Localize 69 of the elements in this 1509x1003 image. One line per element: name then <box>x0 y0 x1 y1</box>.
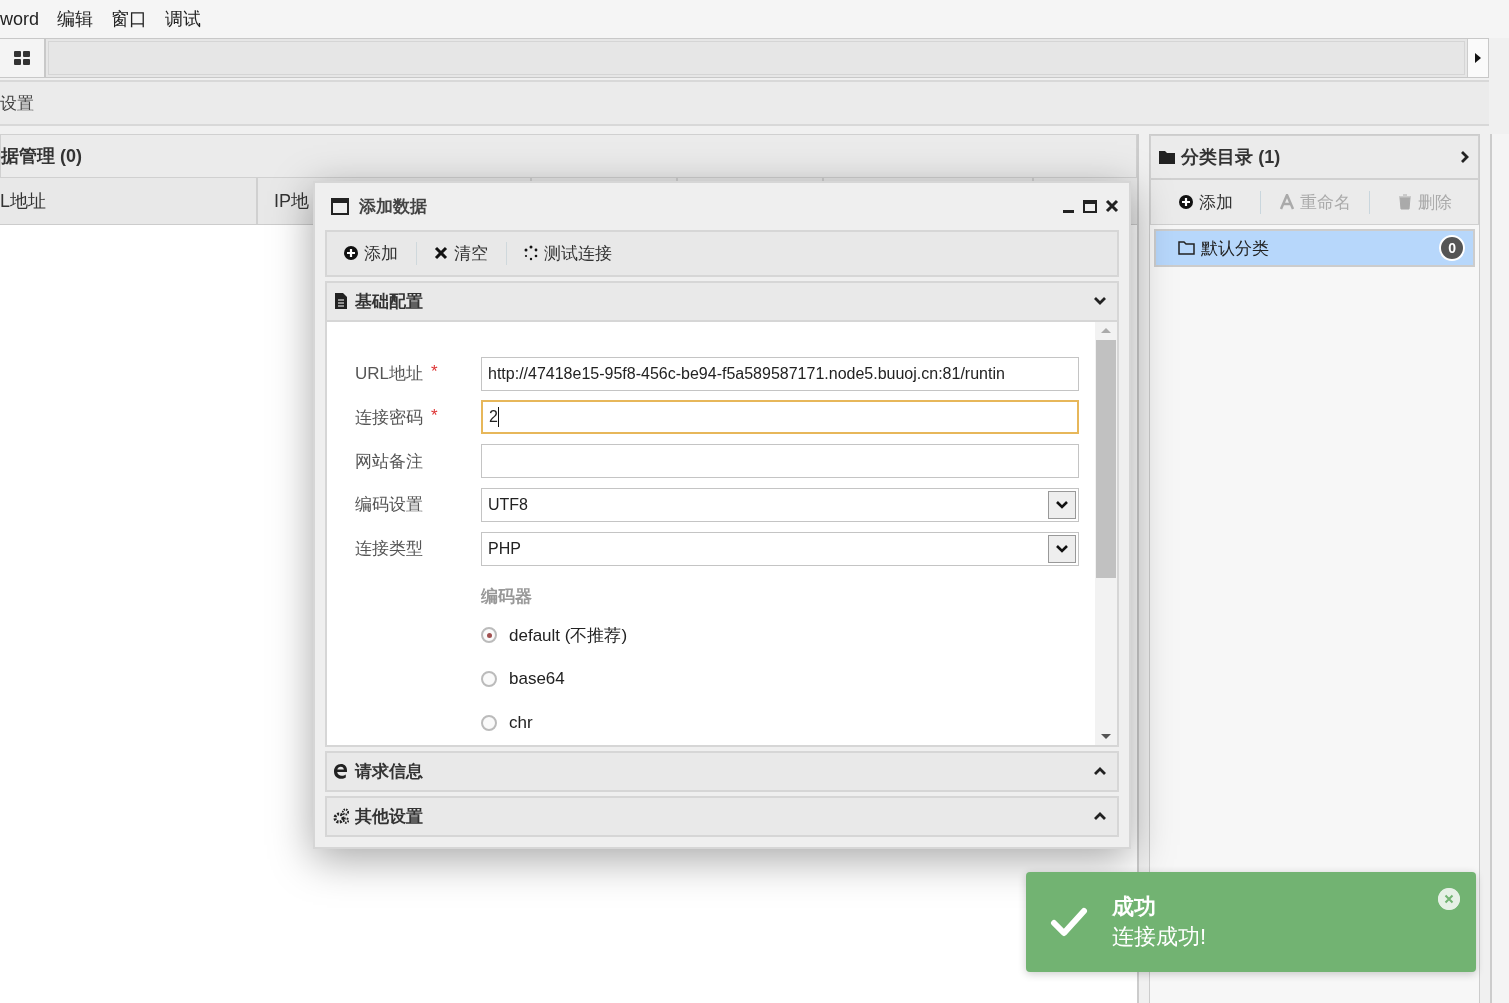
gears-icon <box>333 808 349 825</box>
menu-item[interactable]: 窗口 <box>102 7 156 31</box>
grid-tab[interactable] <box>0 39 46 77</box>
required-mark: * <box>431 362 438 384</box>
toast-title: 成功 <box>1112 893 1157 921</box>
toolbar-button[interactable]: 添加 <box>1151 190 1261 214</box>
panel-title: 据管理 (0) <box>1 145 82 168</box>
input-field[interactable] <box>481 444 1079 479</box>
menu-item[interactable]: 调试 <box>156 7 210 31</box>
document-icon <box>333 293 349 310</box>
field-label: 连接类型 <box>355 538 423 561</box>
letter-a-icon <box>1278 194 1295 210</box>
plus-circle-icon <box>343 245 359 262</box>
chevron-down-icon <box>1056 500 1068 509</box>
count-badge: 0 <box>1439 235 1466 261</box>
panel-title: 分类目录 (1) <box>1181 146 1282 169</box>
required-mark: * <box>431 405 438 427</box>
x-icon <box>433 245 449 262</box>
radio-label[interactable]: base64 <box>509 669 565 690</box>
spinner-icon <box>523 245 539 262</box>
radio-button[interactable] <box>481 715 497 731</box>
column-header[interactable]: L地址 <box>0 178 258 224</box>
scroll-right-button[interactable] <box>1467 39 1488 77</box>
field-label: URL地址 <box>355 363 423 386</box>
chevron-down-icon[interactable] <box>1093 296 1107 307</box>
category-label: 默认分类 <box>1201 237 1271 260</box>
toast-message: 连接成功! <box>1112 923 1207 951</box>
menu-item[interactable]: word <box>0 8 48 30</box>
close-icon[interactable] <box>1105 199 1119 214</box>
menu-item[interactable]: 编辑 <box>48 7 102 31</box>
triangle-right-icon <box>1475 53 1481 63</box>
folder-icon <box>1159 150 1176 164</box>
window-icon <box>331 197 349 215</box>
radio-button[interactable] <box>481 671 497 688</box>
section-header[interactable]: 请求信息 <box>325 750 1119 792</box>
folder-outline-icon <box>1178 241 1196 255</box>
settings-title: 设置 <box>0 92 34 115</box>
toolbar-button[interactable]: 测试连接 <box>513 241 630 265</box>
input-field[interactable]: http://47418e15-95f8-456c-be94-f5a589587171.node5.buuoj.cn:81/runtin <box>481 356 1079 391</box>
scrollbar-thumb[interactable] <box>1096 339 1116 578</box>
checkmark-icon <box>1050 907 1088 937</box>
toolbar-button[interactable]: 添加 <box>333 241 417 265</box>
trash-icon <box>1396 194 1413 210</box>
field-label: 网站备注 <box>355 450 423 473</box>
chevron-up-icon[interactable] <box>1093 766 1107 777</box>
chevron-up-icon[interactable] <box>1093 811 1107 822</box>
field-label: 编码设置 <box>355 494 423 517</box>
section-title: 请求信息 <box>355 760 424 783</box>
input-field[interactable]: 2 <box>481 400 1079 435</box>
category-item[interactable]: 默认分类 0 <box>1154 229 1476 267</box>
toolbar-button[interactable]: 清空 <box>423 241 507 265</box>
letter-e-icon <box>333 763 349 780</box>
encoder-label: 编码器 <box>481 585 533 608</box>
section-title: 其他设置 <box>355 805 424 828</box>
chevron-down-icon <box>1056 544 1068 553</box>
select-field[interactable]: PHP <box>481 531 1079 566</box>
plus-circle-icon <box>1177 194 1194 210</box>
dialog-title: 添加数据 <box>359 195 428 218</box>
radio-label[interactable]: default (不推荐) <box>509 623 628 647</box>
section-header[interactable]: 其他设置 <box>325 795 1119 837</box>
section-title: 基础配置 <box>355 290 424 313</box>
select-field[interactable]: UTF8 <box>481 487 1079 522</box>
grid-icon <box>14 51 30 65</box>
field-label: 连接密码 <box>355 406 423 429</box>
maximize-icon[interactable] <box>1083 199 1097 213</box>
radio-label[interactable]: chr <box>509 713 533 733</box>
section-header[interactable]: 基础配置 <box>325 280 1119 322</box>
chevron-right-icon[interactable] <box>1460 150 1471 164</box>
radio-button[interactable] <box>481 627 497 644</box>
